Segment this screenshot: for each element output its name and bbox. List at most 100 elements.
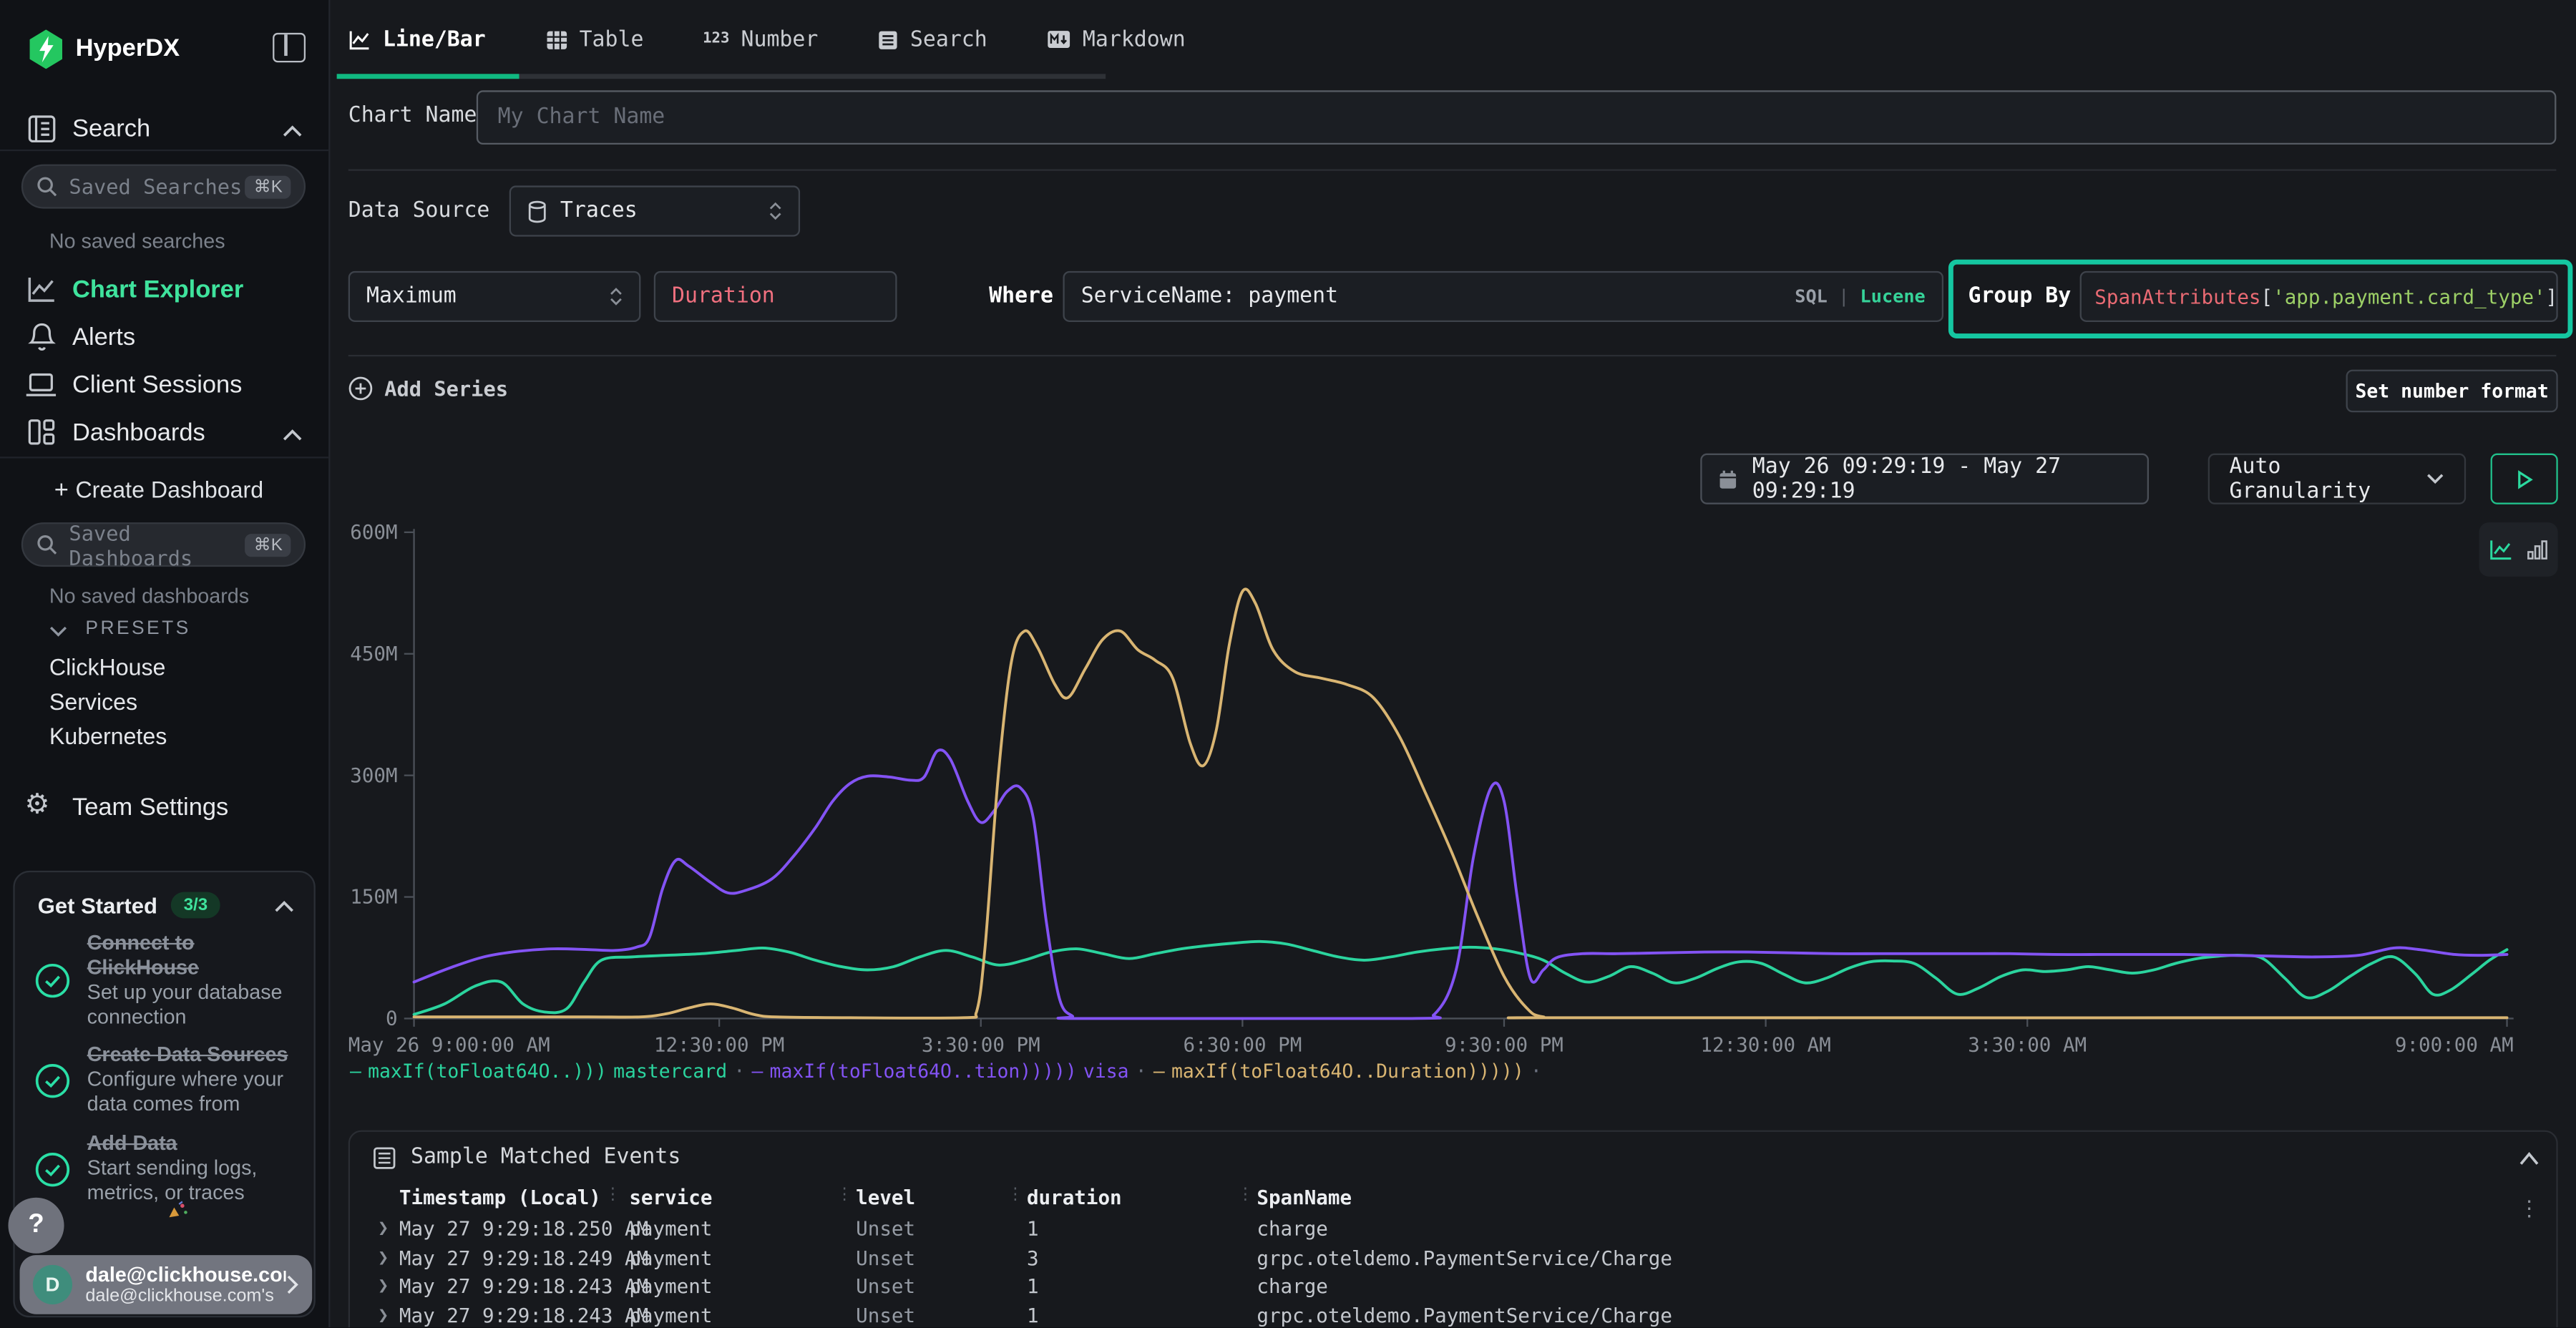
avatar: D [33,1265,72,1304]
dashboards-icon [26,417,56,446]
chart-type-tabs: Line/Bar Table 123 Number Search Markdow… [348,0,1186,79]
no-saved-searches-text: No saved searches [49,230,225,253]
field-select[interactable]: Duration [654,271,897,322]
data-source-select[interactable]: Traces [509,185,800,236]
preset-clickhouse[interactable]: ClickHouse [49,654,166,680]
tab-number[interactable]: 123 Number [703,0,818,79]
chevron-up-icon[interactable] [283,125,303,137]
field-value: Duration [672,284,775,308]
aggregation-select[interactable]: Maximum [348,271,641,322]
chevron-down-icon[interactable] [49,626,67,638]
granularity-select[interactable]: Auto Granularity [2208,454,2466,504]
legend-series-name[interactable]: maxIf(toFloat64O..tion))))) [770,1060,1077,1083]
column-separator[interactable]: ⋮ [1237,1186,1254,1204]
get-started-item-title: Connect to ClickHouse [87,932,301,981]
list-icon [373,1146,396,1168]
chart-legend[interactable]: —maxIf(toFloat64O..)))mastercard·—maxIf(… [350,1060,1548,1083]
get-started-item-title: Create Data Sources [87,1043,301,1068]
column-separator[interactable]: ⋮ [605,1186,621,1204]
preset-services[interactable]: Services [49,688,137,715]
collapse-chevron-icon[interactable] [2519,1151,2540,1166]
sidebar-item-dashboards[interactable]: Dashboards [72,419,205,446]
chart-name-input[interactable]: My Chart Name [477,90,2557,145]
user-chip[interactable]: D dale@clickhouse.com dale@clickhouse.co… [20,1255,313,1314]
section-divider [348,355,2557,356]
lucene-toggle[interactable]: Lucene [1860,285,1926,307]
expand-chevron-icon[interactable]: ❯ [378,1246,389,1267]
sidebar-item-client-sessions[interactable]: Client Sessions [72,371,242,399]
legend-separator: · [1136,1060,1147,1083]
sidebar-item-team-settings[interactable]: Team Settings [72,794,228,821]
sidebar-item-alerts[interactable]: Alerts [72,323,135,351]
bar-chart-toggle-icon[interactable] [2527,539,2548,560]
legend-separator: · [733,1060,745,1083]
group-by-fn: SpanAttributes [2094,285,2260,308]
svg-text:0: 0 [386,1007,398,1030]
gear-icon: ⚙ [24,788,49,821]
sidebar-item-chart-explorer[interactable]: Chart Explorer [72,276,243,304]
legend-group-name[interactable]: mastercard [613,1060,727,1083]
set-number-format-button[interactable]: Set number format [2346,370,2558,413]
tab-line-bar[interactable]: Line/Bar [348,0,486,79]
help-button[interactable]: ? [8,1198,64,1254]
legend-group-name[interactable]: visa [1083,1060,1129,1083]
get-started-badge: 3/3 [170,892,220,919]
col-timestamp[interactable]: Timestamp (Local) [399,1186,601,1209]
column-separator[interactable]: ⋮ [836,1186,853,1204]
col-duration[interactable]: duration [1027,1186,1122,1209]
date-range-input[interactable]: May 26 09:29:19 - May 27 09:29:19 [1700,454,2149,504]
col-service[interactable]: service [629,1186,712,1209]
add-series-button[interactable]: Add Series [348,376,508,401]
timeseries-chart[interactable]: 0150M300M450M600MMay 26 9:00:00 AM12:30:… [394,522,2517,1065]
table-row[interactable]: ❯ May 27 9:29:18.243 AM payment Unset 1 … [350,1275,2560,1303]
number-123-icon: 123 [703,31,729,48]
get-started-item[interactable]: Connect to ClickHouse Set up your databa… [34,932,301,1030]
user-email: dale@clickhouse.com [85,1264,286,1286]
chevron-down-icon [2427,473,2444,484]
tab-search[interactable]: Search [877,0,987,79]
user-sub: dale@clickhouse.com's [85,1286,286,1307]
run-query-button[interactable] [2491,454,2558,504]
expand-chevron-icon[interactable]: ❯ [378,1217,389,1239]
tab-table[interactable]: Table [545,0,643,79]
col-spanname[interactable]: SpanName [1257,1186,1352,1209]
preset-kubernetes[interactable]: Kubernetes [49,723,167,749]
where-input[interactable]: ServiceName: payment SQL | Lucene [1063,271,1943,322]
shortcut-badge: ⌘K [245,175,291,198]
get-started-title: Get Started [38,893,157,917]
column-separator[interactable]: ⋮ [1007,1186,1023,1204]
chevron-up-icon[interactable] [283,429,303,441]
app-title: HyperDX [76,34,180,62]
table-icon [545,29,567,50]
group-by-input[interactable]: SpanAttributes['app.payment.card_type'] [2080,271,2558,322]
presets-header[interactable]: PRESETS [85,620,190,640]
expand-chevron-icon[interactable]: ❯ [378,1304,389,1325]
table-row[interactable]: ❯ May 27 9:29:18.250 AM payment Unset 1 … [350,1217,2560,1245]
svg-text:300M: 300M [350,764,397,787]
get-started-item[interactable]: Add Data Start sending logs, metrics, or… [34,1132,301,1206]
sample-events-panel: Sample Matched Events ⋮ Timestamp (Local… [348,1131,2558,1328]
svg-text:3:30:00 PM: 3:30:00 PM [922,1033,1040,1056]
line-chart-icon [348,29,371,50]
svg-text:9:30:00 PM: 9:30:00 PM [1445,1033,1563,1056]
legend-series-name[interactable]: maxIf(toFloat64O..Duration))))) [1171,1060,1524,1083]
granularity-value: Auto Granularity [2230,454,2427,504]
saved-dashboards-input[interactable]: Saved Dashboards ⌘K [21,522,306,567]
chevron-right-icon [286,1275,298,1295]
saved-searches-placeholder: Saved Searches [69,174,245,198]
chevron-up-icon[interactable] [274,900,294,913]
expand-chevron-icon[interactable]: ❯ [378,1275,389,1297]
tab-underline-active [337,74,519,79]
tab-markdown[interactable]: Markdown [1046,0,1185,79]
table-row[interactable]: ❯ May 27 9:29:18.249 AM payment Unset 3 … [350,1246,2560,1274]
sidebar-item-search[interactable]: Search [72,115,150,143]
database-icon [527,200,547,223]
sidebar-collapse-icon[interactable] [273,33,306,62]
col-level[interactable]: level [856,1186,915,1209]
get-started-item[interactable]: Create Data Sources Configure where your… [34,1043,301,1117]
table-row[interactable]: ❯ May 27 9:29:18.243 AM payment Unset 1 … [350,1304,2560,1327]
create-dashboard-button[interactable]: + Create Dashboard [54,477,263,504]
legend-series-name[interactable]: maxIf(toFloat64O..))) [368,1060,607,1083]
sql-toggle[interactable]: SQL [1795,285,1828,307]
saved-searches-input[interactable]: Saved Searches ⌘K [21,165,306,209]
